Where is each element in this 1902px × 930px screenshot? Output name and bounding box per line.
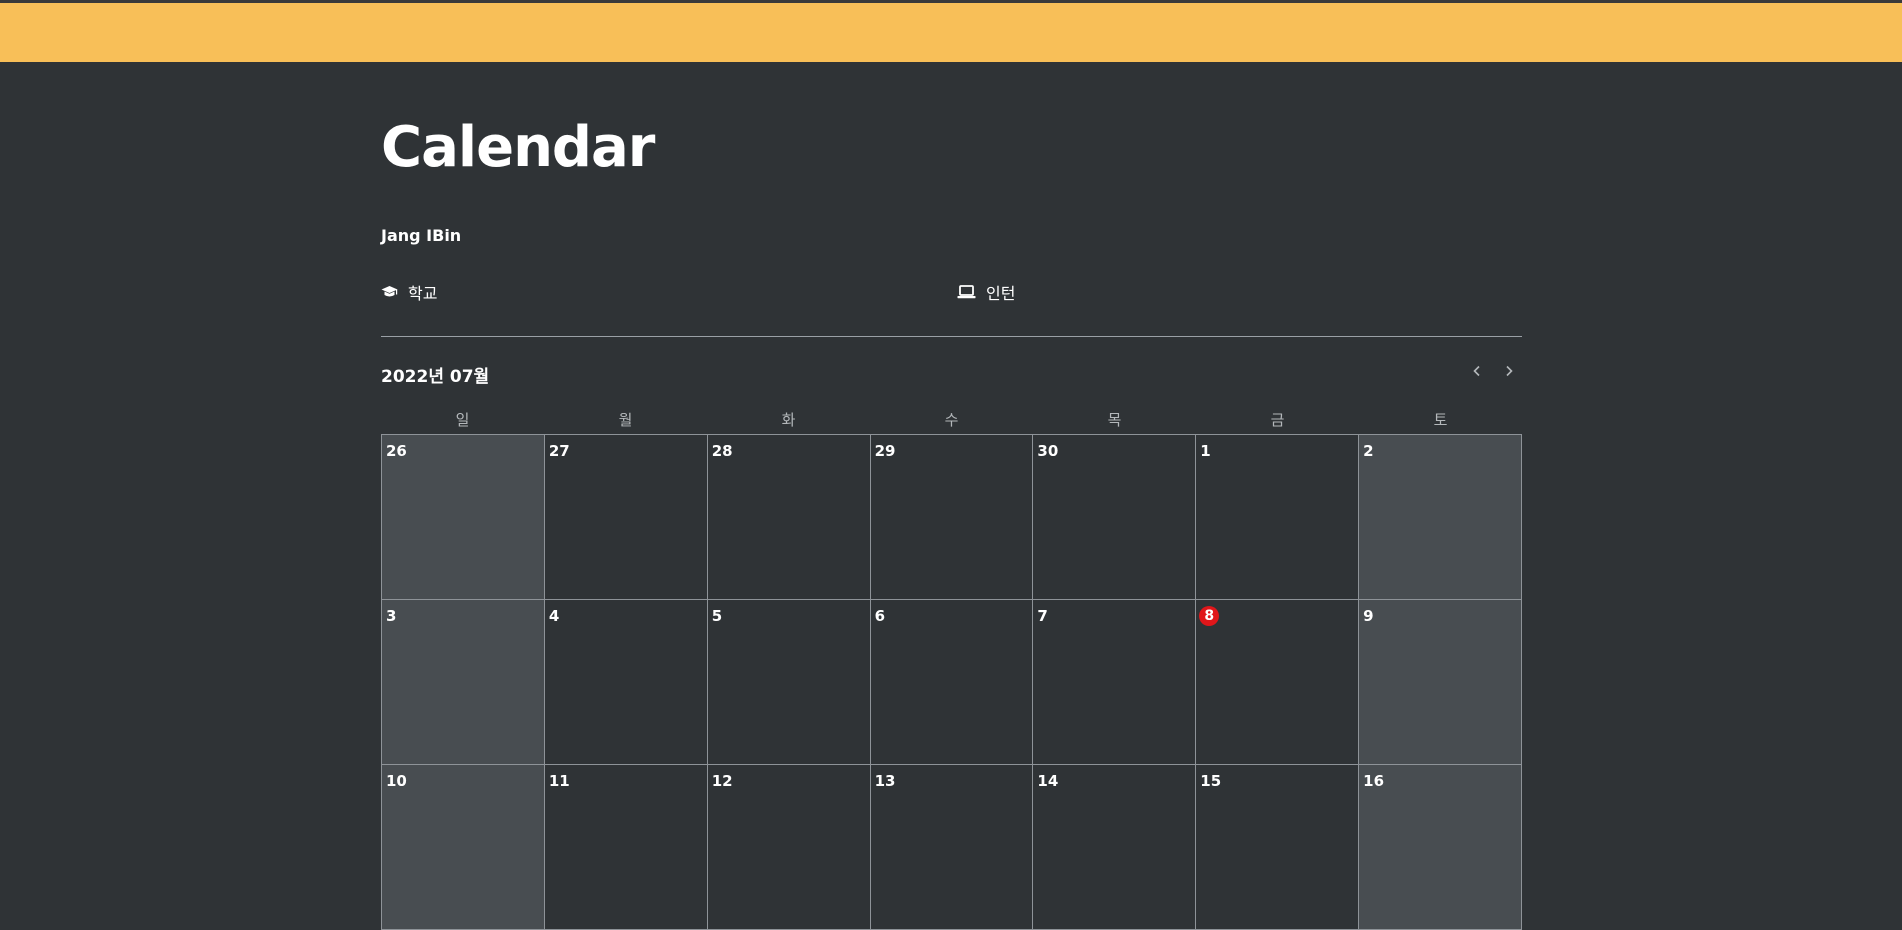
day-cell[interactable]: 9 xyxy=(1359,600,1522,765)
day-number: 9 xyxy=(1363,607,1374,625)
day-number: 1 xyxy=(1200,442,1211,460)
day-number: 11 xyxy=(548,772,570,790)
weekday-label: 토 xyxy=(1433,411,1448,429)
day-cell-today[interactable]: 8 xyxy=(1196,600,1360,765)
author-name: Jang IBin xyxy=(381,226,462,245)
day-cell[interactable]: 5 xyxy=(707,600,871,765)
weekday-label: 화 xyxy=(781,411,796,429)
calendar-grid: 26 27 28 29 30 1 2 3 4 5 6 7 8 9 10 11 1… xyxy=(381,434,1522,930)
day-cell[interactable]: 30 xyxy=(1033,435,1197,600)
day-cell[interactable]: 16 xyxy=(1359,765,1522,930)
day-cell[interactable]: 2 xyxy=(1359,435,1522,600)
day-cell[interactable]: 15 xyxy=(1196,765,1360,930)
day-cell[interactable]: 26 xyxy=(382,435,545,600)
day-number: 27 xyxy=(548,442,570,460)
day-number: 14 xyxy=(1037,772,1059,790)
graduation-cap-icon xyxy=(381,285,398,299)
day-cell[interactable]: 10 xyxy=(382,765,545,930)
today-marker: 8 xyxy=(1199,606,1220,626)
day-cell[interactable]: 28 xyxy=(707,435,871,600)
day-cell[interactable]: 29 xyxy=(870,435,1034,600)
day-cell[interactable]: 3 xyxy=(382,600,545,765)
day-cell[interactable]: 13 xyxy=(870,765,1034,930)
day-cell[interactable]: 27 xyxy=(544,435,708,600)
category-intern[interactable]: 인턴 xyxy=(957,280,1015,304)
day-number: 13 xyxy=(874,772,896,790)
day-number: 4 xyxy=(548,607,560,625)
weekday-label: 일 xyxy=(455,411,470,429)
weekday-label: 금 xyxy=(1270,411,1285,429)
day-cell[interactable]: 14 xyxy=(1033,765,1197,930)
day-cell[interactable]: 4 xyxy=(544,600,708,765)
day-number: 10 xyxy=(386,772,407,790)
day-cell[interactable]: 7 xyxy=(1033,600,1197,765)
day-number: 30 xyxy=(1037,442,1059,460)
top-bar xyxy=(0,0,1902,62)
month-title: 2022년 07월 xyxy=(381,367,490,387)
day-number: 26 xyxy=(386,442,407,460)
page-title: Calendar xyxy=(381,115,655,180)
day-number: 2 xyxy=(1363,442,1374,460)
weekday-header: 일 월 화 수 목 금 토 xyxy=(381,410,1522,430)
chevron-right-icon xyxy=(1504,362,1514,381)
category-school-label: 학교 xyxy=(408,284,438,303)
next-month-button[interactable] xyxy=(1498,360,1520,382)
day-number: 3 xyxy=(386,607,397,625)
weekday-label: 월 xyxy=(618,411,633,429)
weekday-label: 목 xyxy=(1107,411,1122,429)
prev-month-button[interactable] xyxy=(1466,360,1488,382)
day-cell[interactable]: 11 xyxy=(544,765,708,930)
day-cell[interactable]: 1 xyxy=(1196,435,1360,600)
day-number: 16 xyxy=(1363,772,1385,790)
weekday-label: 수 xyxy=(944,411,959,429)
chevron-left-icon xyxy=(1472,362,1482,381)
category-intern-label: 인턴 xyxy=(986,284,1016,303)
day-number: 15 xyxy=(1200,772,1222,790)
category-school[interactable]: 학교 xyxy=(381,280,437,304)
day-number: 7 xyxy=(1037,607,1048,625)
day-cell[interactable]: 12 xyxy=(707,765,871,930)
divider xyxy=(381,336,1522,337)
day-cell[interactable]: 6 xyxy=(870,600,1034,765)
day-number: 29 xyxy=(874,442,896,460)
laptop-icon xyxy=(957,285,976,299)
day-number: 28 xyxy=(711,442,733,460)
day-number: 6 xyxy=(874,607,885,625)
day-number: 5 xyxy=(711,607,723,625)
day-number: 12 xyxy=(711,772,733,790)
